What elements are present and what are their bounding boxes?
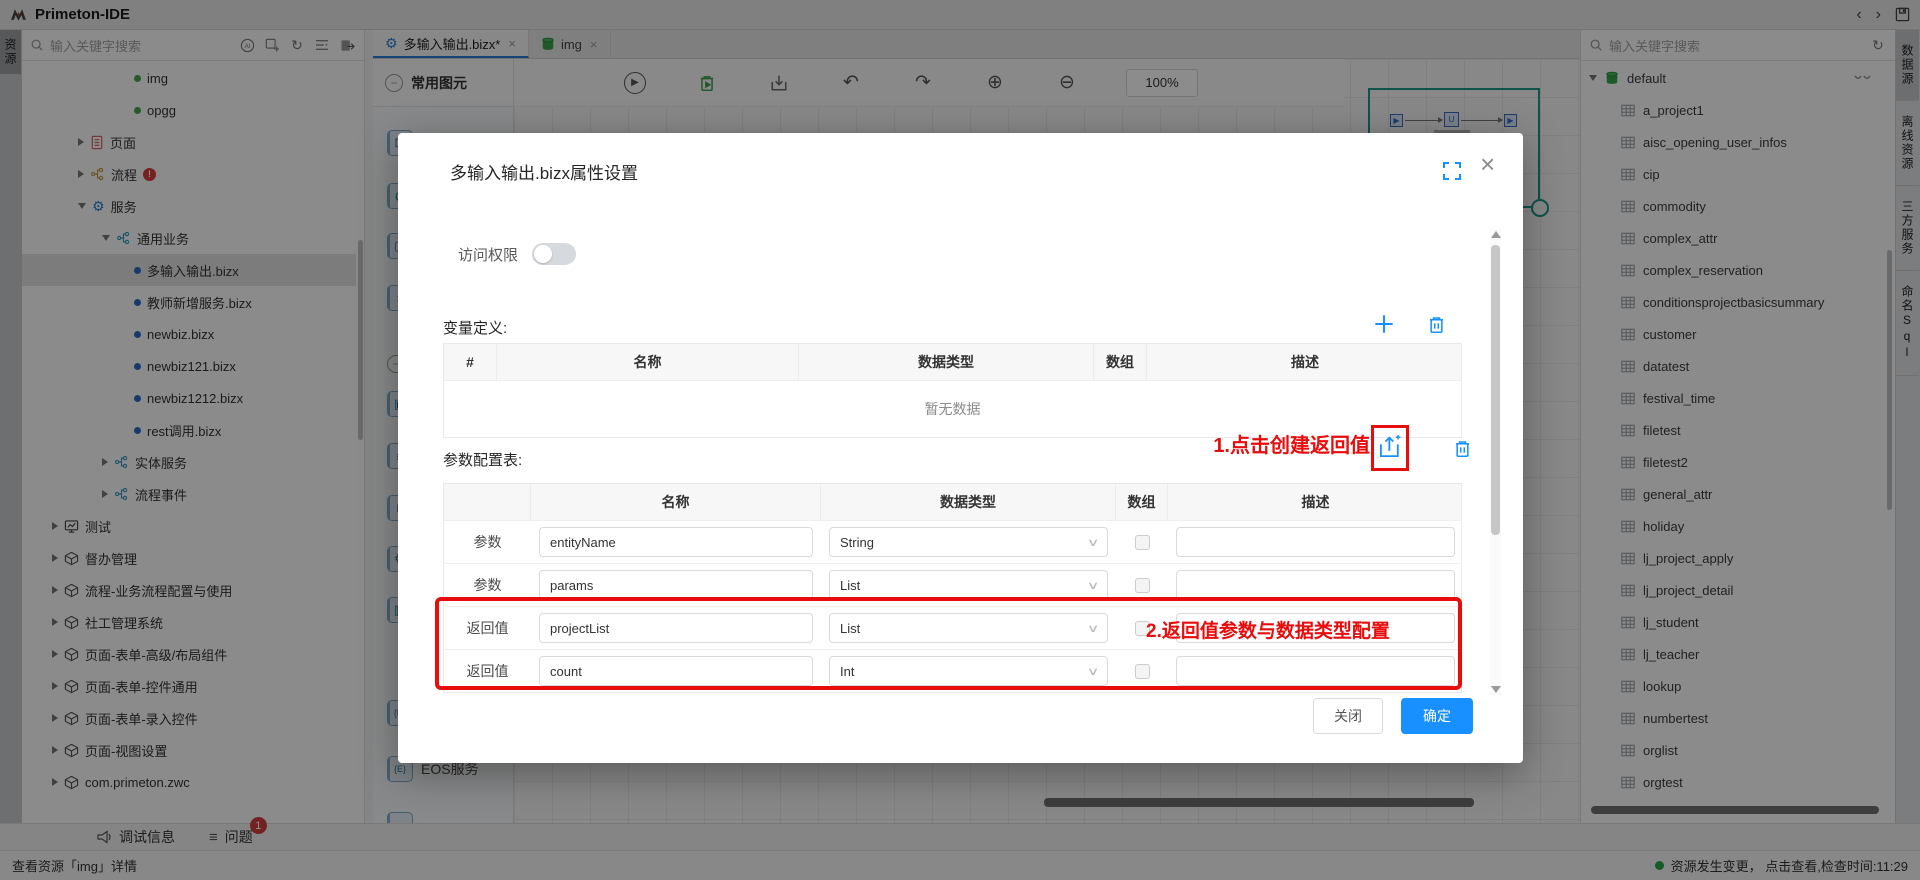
scroll-down-icon[interactable] [1491,686,1501,693]
param-type-value: List [840,578,860,593]
access-permission-row: 访问权限 [458,243,576,265]
ok-button[interactable]: 确定 [1401,698,1473,734]
column-header: # [444,344,497,380]
param-type-select[interactable]: List ∨ [829,570,1108,600]
dialog-title: 多输入输出.bizx属性设置 [450,159,638,184]
column-header: 数据类型 [821,484,1116,520]
param-type-value: Int [840,664,854,679]
params-section-label: 参数配置表: [443,449,522,470]
column-header [444,484,531,520]
param-type-select[interactable]: List ∨ [829,613,1108,643]
param-array-checkbox[interactable] [1135,578,1150,593]
param-array-checkbox[interactable] [1135,664,1150,679]
column-header: 描述 [1147,344,1463,380]
chevron-down-icon: ∨ [1087,536,1100,549]
param-kind-label: 参数 [444,575,531,595]
access-permission-toggle[interactable] [532,243,576,265]
column-header: 名称 [497,344,799,380]
add-variable-icon[interactable] [1372,311,1396,337]
param-name-input[interactable]: entityName [539,527,813,557]
param-name-input[interactable]: projectList [539,613,813,643]
param-kind-label: 返回值 [444,661,531,681]
column-header: 数组 [1116,484,1168,520]
param-type-value: String [840,535,874,550]
params-table: 名称数据类型数组描述 参数 entityName String ∨ 参数 params Li… [443,483,1462,693]
chevron-down-icon: ∨ [1087,665,1100,678]
annotation-step1-box [1371,425,1409,471]
param-type-select[interactable]: Int ∨ [829,656,1108,686]
param-desc-input[interactable] [1176,656,1455,686]
chevron-down-icon: ∨ [1087,622,1100,635]
delete-param-icon[interactable] [1450,435,1474,461]
column-header: 数据类型 [799,344,1094,380]
param-type-value: List [840,621,860,636]
modal-scrollbar[interactable] [1490,229,1501,695]
param-name-input[interactable]: count [539,656,813,686]
app-window: Primeton-IDE ‹ › 资源 输入关键字搜索 AI↻ imgopgg页… [0,0,1920,880]
scroll-up-icon[interactable] [1491,231,1501,238]
variables-table: #名称数据类型数组描述 暂无数据 [443,343,1462,438]
param-kind-label: 返回值 [444,618,531,638]
fullscreen-icon[interactable] [1442,161,1462,181]
close-button[interactable]: 关闭 [1313,698,1383,734]
param-desc-input[interactable] [1176,570,1455,600]
param-row: 参数 entityName String ∨ [444,520,1461,563]
param-array-checkbox[interactable] [1135,535,1150,550]
close-icon[interactable]: × [1480,151,1495,177]
param-name-input[interactable]: params [539,570,813,600]
annotation-step2: 2.返回值参数与数据类型配置 [1146,616,1390,643]
param-desc-input[interactable] [1176,527,1455,557]
variables-section-label: 变量定义: [443,317,507,338]
delete-variable-icon[interactable] [1424,311,1448,337]
column-header: 数组 [1094,344,1147,380]
param-kind-label: 参数 [444,532,531,552]
access-permission-label: 访问权限 [458,244,518,265]
column-header: 描述 [1168,484,1463,520]
param-row: 返回值 count Int ∨ [444,649,1461,692]
properties-dialog: 多输入输出.bizx属性设置 × 访问权限 变量定义: #名称数据类型数组描述 … [398,133,1523,763]
column-header: 名称 [531,484,821,520]
chevron-down-icon: ∨ [1087,579,1100,592]
scrollbar-thumb[interactable] [1491,245,1500,535]
param-row: 参数 params List ∨ [444,563,1461,606]
param-type-select[interactable]: String ∨ [829,527,1108,557]
annotation-step1: 1.点击创建返回值 [1158,429,1370,458]
